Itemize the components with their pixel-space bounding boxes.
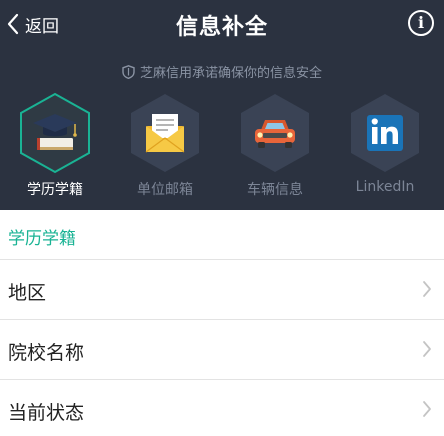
tab-vehicle[interactable]: 车辆信息 (220, 88, 330, 206)
tab-education[interactable]: 学历学籍 (0, 88, 110, 206)
tab-linkedin[interactable]: LinkedIn (330, 88, 440, 206)
shield-icon (122, 64, 135, 79)
page-title: 信息补全 (175, 15, 268, 40)
tab-linkedin-label: LinkedIn (355, 179, 415, 195)
info-button[interactable]: i (408, 10, 434, 36)
info-icon: i (417, 13, 425, 32)
chevron-right-icon (423, 341, 431, 357)
tab-education-label: 学历学籍 (27, 182, 83, 198)
current-status-label: 当前状态 (8, 402, 85, 424)
school-name-label: 院校名称 (8, 342, 85, 364)
linkedin-icon (351, 94, 419, 172)
security-notice-text: 芝麻信用承诺确保你的信息安全 (139, 66, 322, 81)
tab-work-email-label: 单位邮箱 (137, 182, 193, 198)
security-notice: 芝麻信用承诺确保你的信息安全 (0, 62, 444, 81)
category-header: 芝麻信用承诺确保你的信息安全 学历学籍 单位邮箱 车辆信息 LinkedIn (0, 48, 444, 210)
chevron-right-icon (423, 281, 431, 297)
top-bar: 返回 信息补全 i (0, 0, 444, 48)
chevron-right-icon (423, 401, 431, 417)
category-tabs: 学历学籍 单位邮箱 车辆信息 LinkedIn (0, 88, 444, 206)
graduation-cap-icon (20, 92, 90, 174)
current-status-row[interactable]: 当前状态 (0, 380, 444, 436)
region-row[interactable]: 地区 (0, 260, 444, 318)
school-name-row[interactable]: 院校名称 (0, 320, 444, 378)
section-title: 学历学籍 (8, 229, 76, 249)
region-label: 地区 (8, 282, 47, 304)
tab-vehicle-label: 车辆信息 (247, 182, 303, 198)
tab-work-email[interactable]: 单位邮箱 (110, 88, 220, 206)
car-icon (241, 94, 309, 172)
envelope-icon (131, 94, 199, 172)
